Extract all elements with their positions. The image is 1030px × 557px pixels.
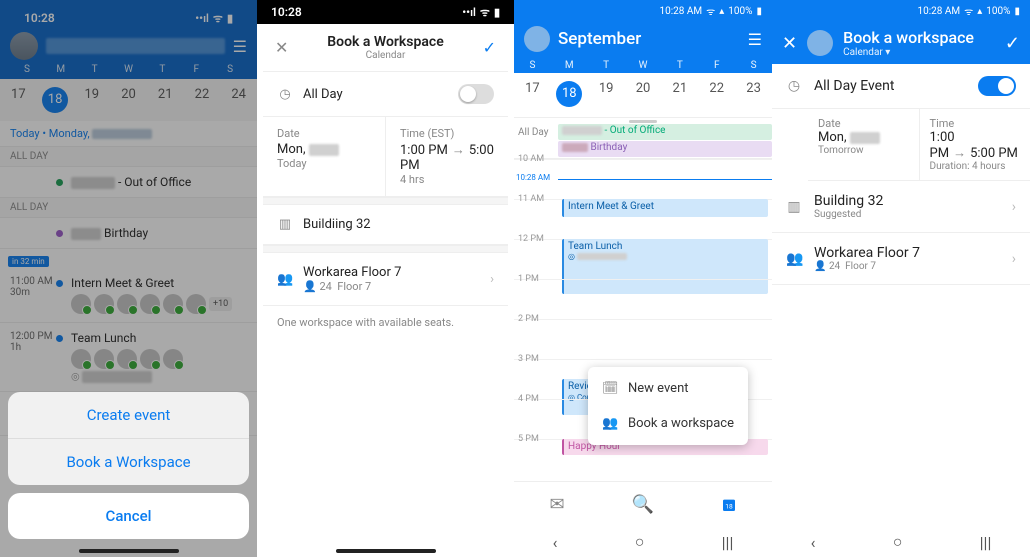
android-nav: ‹ ○ ||| — [772, 527, 1030, 557]
avatar[interactable] — [807, 30, 833, 56]
close-icon[interactable]: ✕ — [275, 38, 288, 57]
wifi-icon: ᯤ — [213, 12, 223, 25]
event-row-birthday[interactable]: Birthday — [0, 218, 257, 249]
book-workspace-button[interactable]: Book a Workspace — [8, 439, 249, 485]
event-row-intern[interactable]: 11:00 AM30m Intern Meet & Greet +10 — [0, 268, 257, 323]
fab-menu: 🗓New event 👥Book a workspace — [588, 367, 748, 445]
signal-icon: ••ıl — [195, 12, 209, 25]
chevron-right-icon: › — [1012, 251, 1016, 267]
date-cell[interactable]: Date Mon, Today — [263, 117, 386, 196]
wifi-icon: ᯤ — [706, 4, 715, 18]
all-day-toggle[interactable] — [458, 84, 494, 104]
time-cell[interactable]: Time (EST) 1:00 PM→5:00 PM 4 hrs — [386, 117, 508, 196]
status-bar: 10:28 ••ılᯤ▮ — [10, 6, 247, 30]
section-all-day-2: ALL DAY — [0, 198, 257, 218]
battery-icon: ▮ — [227, 12, 233, 25]
weekday-row: SMTWTFS — [514, 56, 772, 73]
create-event-button[interactable]: Create event — [8, 392, 249, 439]
people-icon: 👥 — [786, 251, 802, 267]
in-32-min-chip: in 32 min — [8, 256, 49, 267]
selected-date: 18 — [556, 81, 582, 107]
status-bar: 10:28 AMᯤ▴100%▮ — [772, 0, 1030, 22]
clock-icon: ◷ — [277, 87, 293, 102]
menu-new-event[interactable]: 🗓New event — [588, 371, 748, 406]
today-label: Today • Monday, — [0, 121, 257, 147]
recents-button[interactable]: ||| — [980, 533, 992, 552]
battery-icon: ▮ — [494, 6, 500, 19]
bottom-nav: ✉ 🔍 18 — [514, 481, 772, 527]
weekday-row: SMTWTFS — [10, 64, 247, 75]
calendar-plus-icon: 🗓 — [602, 381, 618, 396]
chevron-right-icon: › — [1012, 199, 1016, 215]
all-day-row[interactable]: ◷ All Day Event — [772, 64, 1030, 109]
all-day-label: All Day — [514, 123, 558, 158]
all-day-toggle[interactable] — [978, 76, 1016, 96]
event-row-oof[interactable]: - Out of Office — [0, 167, 257, 198]
home-indicator — [336, 549, 436, 553]
building-row[interactable]: ▥ Buildiing 32 — [263, 205, 508, 245]
building-icon: ▥ — [786, 199, 802, 215]
battery-icon: ▮ — [756, 6, 762, 17]
event-intern[interactable]: Intern Meet & Greet — [562, 199, 768, 217]
close-icon[interactable]: ✕ — [782, 33, 797, 54]
confirm-icon[interactable]: ✓ — [483, 38, 496, 57]
month-label[interactable]: September — [558, 29, 641, 49]
all-day-row[interactable]: ◷ All Day — [263, 72, 508, 117]
android-nav: ‹ ○ ||| — [514, 527, 772, 557]
clock-icon: ◷ — [786, 78, 802, 94]
mail-tab[interactable]: ✉ — [514, 482, 600, 527]
availability-note: One workspace with available seats. — [263, 306, 508, 339]
battery-icon: ▮ — [1014, 6, 1020, 17]
section-all-day: ALL DAY — [0, 147, 257, 167]
calendar-tab[interactable]: 18 — [686, 482, 772, 527]
signal-icon: ••ıl — [462, 6, 476, 19]
signal-icon: ▴ — [977, 6, 982, 17]
chevron-right-icon: › — [490, 272, 494, 287]
menu-book-workspace[interactable]: 👥Book a workspace — [588, 406, 748, 441]
now-indicator — [558, 179, 772, 180]
event-oof[interactable]: - Out of Office — [558, 124, 772, 140]
event-birthday[interactable]: Birthday — [558, 141, 772, 157]
agenda-icon[interactable]: ☰ — [233, 37, 247, 56]
back-button[interactable]: ‹ — [553, 533, 558, 552]
avatar[interactable] — [10, 32, 38, 60]
book-workspace-modal: ✕ Book a Workspace Calendar ✓ ◷ All Day … — [263, 24, 508, 544]
action-sheet: Create event Book a Workspace Cancel — [8, 392, 249, 539]
svg-text:18: 18 — [725, 502, 733, 510]
date-cell[interactable]: Date Mon, Tomorrow — [808, 109, 920, 180]
search-tab[interactable]: 🔍 — [600, 482, 686, 527]
home-indicator — [79, 549, 179, 553]
cancel-button[interactable]: Cancel — [8, 493, 249, 539]
recents-button[interactable]: ||| — [722, 533, 734, 552]
dates-row[interactable]: 17181920212224 — [0, 79, 257, 121]
building-icon: ▥ — [277, 217, 293, 232]
status-bar: 10:28 AMᯤ▴100%▮ — [514, 0, 772, 22]
people-icon: 👥 — [277, 272, 293, 287]
page-title: Book a workspace — [843, 28, 974, 47]
workarea-row[interactable]: 👥 Workarea Floor 7 👤 24 Floor 7 › — [263, 253, 508, 306]
back-button[interactable]: ‹ — [811, 533, 816, 552]
people-icon: 👥 — [602, 416, 618, 431]
confirm-icon[interactable]: ✓ — [1005, 33, 1020, 54]
now-time-label: 10:28 AM — [516, 173, 550, 182]
selected-date: 18 — [42, 87, 68, 113]
home-button[interactable]: ○ — [635, 532, 645, 552]
header-title-blur — [46, 38, 225, 54]
event-row-lunch[interactable]: 12:00 PM1h Team Lunch ◎ — [0, 323, 257, 392]
time-cell[interactable]: Time 1:00 PM→5:00 PM Duration: 4 hours — [920, 109, 1030, 180]
home-button[interactable]: ○ — [893, 532, 903, 552]
agenda-icon[interactable]: ☰ — [748, 30, 762, 49]
modal-subtitle: Calendar — [288, 50, 482, 61]
wifi-icon: ᯤ — [480, 6, 490, 19]
modal-title: Book a Workspace — [288, 34, 482, 50]
dates-row[interactable]: 17181920212223 — [514, 73, 772, 118]
building-row[interactable]: ▥ Building 32 Suggested › — [772, 181, 1030, 233]
page-subtitle[interactable]: Calendar ▾ — [843, 47, 974, 58]
status-bar: 10:28 ••ılᯤ▮ — [257, 0, 514, 24]
event-lunch[interactable]: Team Lunch◎ — [562, 239, 768, 294]
signal-icon: ▴ — [719, 6, 724, 17]
wifi-icon: ᯤ — [964, 4, 973, 18]
avatar[interactable] — [524, 26, 550, 52]
workarea-row[interactable]: 👥 Workarea Floor 7 👤 24 Floor 7 › — [772, 233, 1030, 285]
